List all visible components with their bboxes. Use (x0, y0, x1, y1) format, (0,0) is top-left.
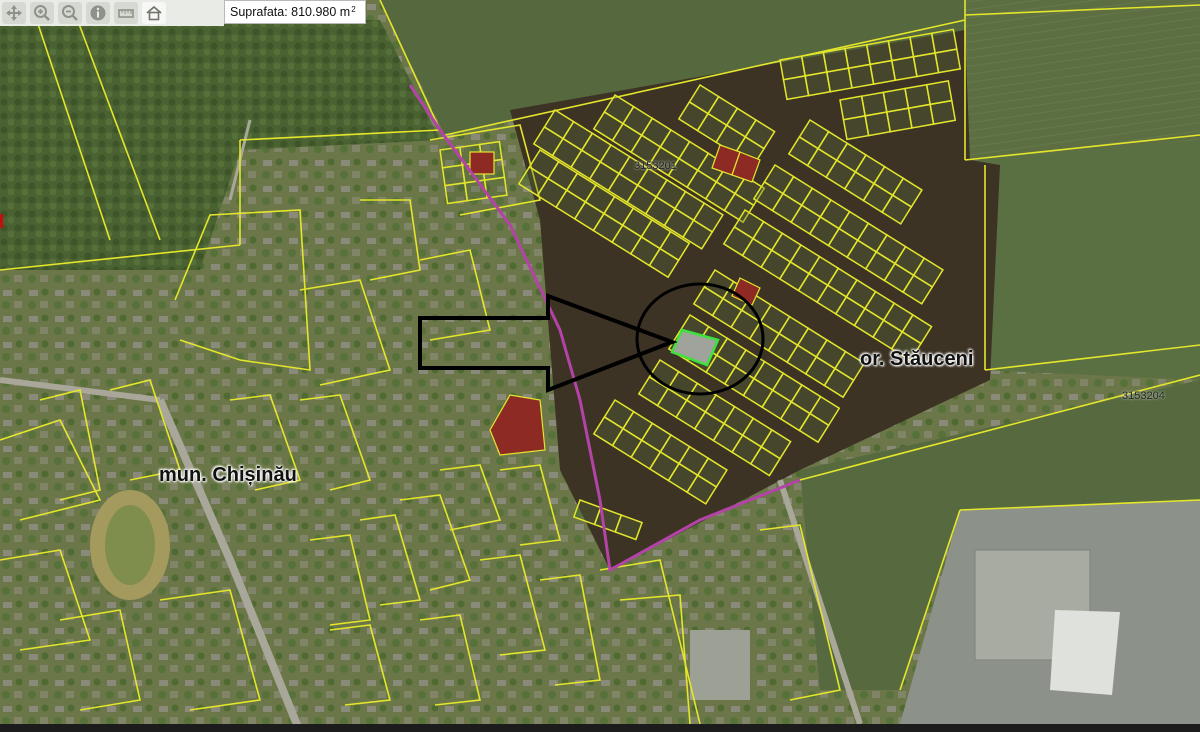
area-unit-exponent: 2 (351, 4, 356, 14)
marked-parcel (469, 151, 495, 175)
measure-button[interactable] (114, 2, 138, 24)
zoom-in-icon (34, 5, 50, 21)
measure-icon (118, 9, 134, 18)
pan-button[interactable] (2, 2, 26, 24)
pan-icon (6, 5, 22, 21)
place-label-stauceni: or. Stăuceni (860, 348, 974, 370)
map-toolbar (0, 0, 224, 26)
satellite-map[interactable] (0, 0, 1200, 732)
home-button[interactable] (142, 2, 166, 24)
cadastral-code-label: 3153201 (634, 160, 677, 172)
cadastral-code-label: 3153204 (1122, 390, 1165, 402)
area-readout-text: Suprafata: 810.980 m (230, 5, 351, 19)
bottom-bar (0, 724, 1200, 732)
area-readout: Suprafata: 810.980 m2 (224, 0, 366, 24)
home-icon (146, 5, 162, 21)
place-label-chisinau: mun. Chișinău (159, 464, 297, 486)
zoom-in-button[interactable] (30, 2, 54, 24)
zoom-out-icon (62, 5, 78, 21)
zoom-out-button[interactable] (58, 2, 82, 24)
info-button[interactable] (86, 2, 110, 24)
info-icon (90, 5, 106, 21)
